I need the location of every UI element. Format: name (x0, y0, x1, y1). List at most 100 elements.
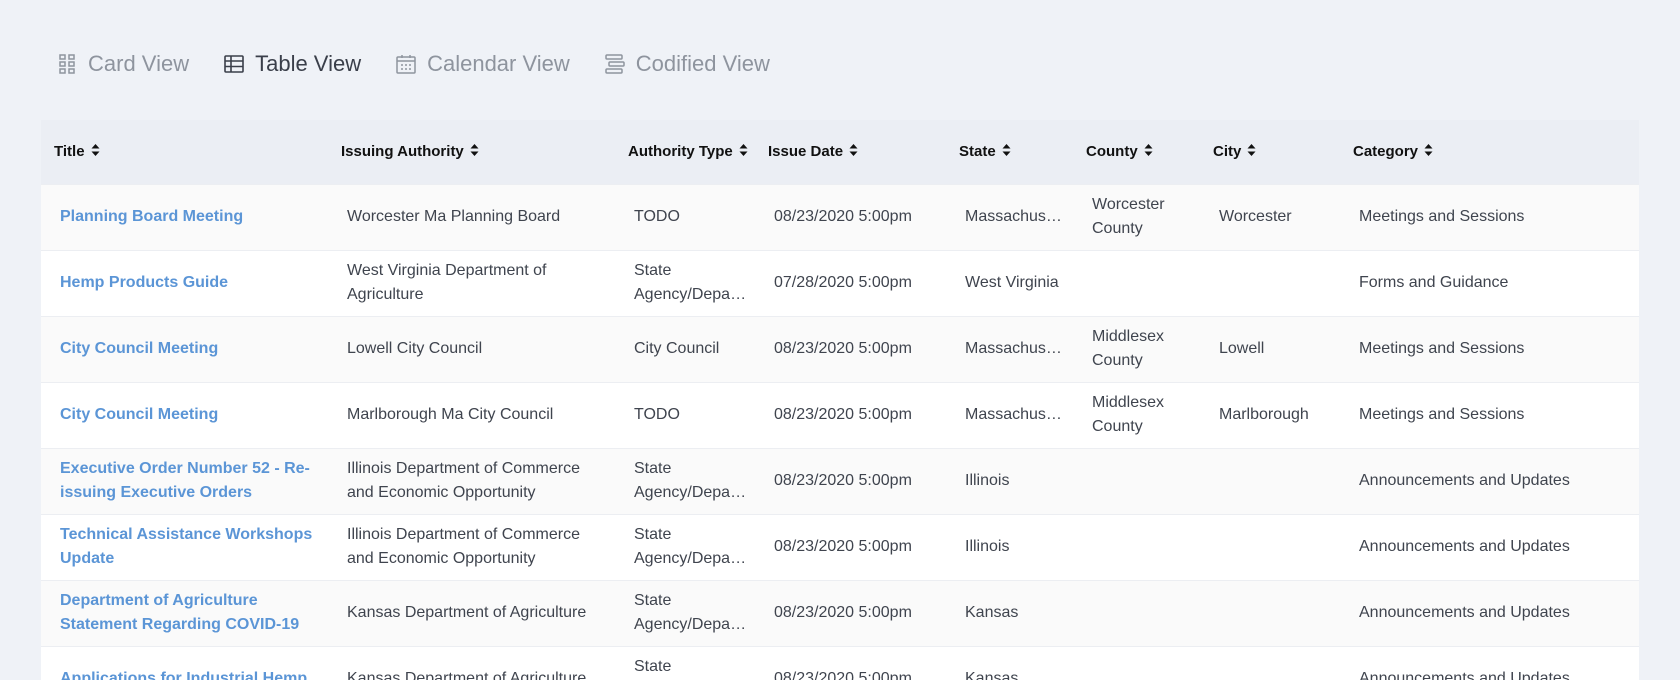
cell-text: Massachusetts (965, 406, 1065, 423)
sort-icon[interactable] (91, 143, 100, 161)
sort-icon[interactable] (1002, 143, 1011, 161)
sort-icon[interactable] (1424, 143, 1433, 161)
cell-text-line: State (634, 592, 672, 609)
county-cell (1073, 250, 1200, 316)
cell-text: Kansas (965, 670, 1019, 680)
column-issuing-authority-header[interactable]: Issuing Authority (328, 120, 615, 184)
column-authority-type-header[interactable]: Authority Type (615, 120, 755, 184)
column-county-header[interactable]: County (1073, 120, 1200, 184)
cell-text-line: State (634, 262, 672, 279)
sort-icon[interactable] (1247, 143, 1256, 161)
category-cell: Announcements and Updates (1340, 448, 1639, 514)
table-row[interactable]: Executive Order Number 52 - Re-issuing E… (41, 448, 1639, 514)
issuing-authority-cell: Illinois Department of Commerce and Econ… (328, 514, 615, 580)
cell-text: Announcements and Updates (1359, 604, 1570, 621)
authority-type-cell: State Agency/Department (615, 250, 755, 316)
table-row[interactable]: Applications for Industrial Hemp Kansas D… (41, 646, 1639, 680)
state-cell: Kansas (946, 646, 1073, 680)
document-title-link[interactable]: Planning Board Meeting (60, 205, 320, 229)
issuing-authority-cell: Kansas Department of Agriculture (328, 646, 615, 680)
category-cell: Forms and Guidance (1340, 250, 1639, 316)
cell-text: Kansas (965, 604, 1019, 621)
state-cell: Kansas (946, 580, 1073, 646)
cell-text-line: Agency/Department (634, 550, 747, 567)
column-city-header[interactable]: City (1200, 120, 1340, 184)
documents-table: Title Issuing Authority Authority Type Issu… (41, 120, 1639, 680)
cell-text: Announcements and Updates (1359, 538, 1570, 555)
sort-icon[interactable] (739, 143, 748, 161)
column-header-label: State (959, 142, 996, 160)
cell-text: Massachusetts (965, 340, 1065, 357)
cell-text: Meetings and Sessions (1359, 340, 1525, 357)
cell-text: Middlesex County (1092, 394, 1165, 435)
column-category-header[interactable]: Category (1340, 120, 1639, 184)
cell-text: State Agency/Department (634, 259, 747, 307)
cell-text: Lowell (1219, 340, 1265, 357)
title-cell: Hemp Products Guide (41, 250, 328, 316)
document-title-link[interactable]: Technical Assistance Workshops Update (60, 523, 320, 571)
document-title-link[interactable]: Applications for Industrial Hemp (60, 667, 320, 680)
cell-text: 08/23/2020 5:00pm (774, 406, 912, 423)
document-title-link[interactable]: City Council Meeting (60, 337, 320, 361)
document-title-link[interactable]: City Council Meeting (60, 403, 320, 427)
cell-text: 08/23/2020 5:00pm (774, 604, 912, 621)
cell-text: TODO (634, 406, 680, 423)
table-row[interactable]: City Council Meeting Lowell City Council C… (41, 316, 1639, 382)
state-cell: Illinois (946, 514, 1073, 580)
authority-type-cell: City Council (615, 316, 755, 382)
tab-codified-view[interactable]: Codified View (604, 51, 770, 77)
city-cell (1200, 448, 1340, 514)
category-cell: Announcements and Updates (1340, 646, 1639, 680)
table-icon (223, 53, 245, 75)
column-title-header[interactable]: Title (41, 120, 328, 184)
cell-text: 08/23/2020 5:00pm (774, 340, 912, 357)
table-row[interactable]: Department of Agriculture Statement Rega… (41, 580, 1639, 646)
cell-text: Middlesex County (1092, 328, 1165, 369)
cell-text: 08/23/2020 5:00pm (774, 208, 912, 225)
authority-type-cell: State Agency/Department (615, 514, 755, 580)
authority-type-cell: State Agency/Department (615, 448, 755, 514)
sort-icon[interactable] (1144, 143, 1153, 161)
column-header-label: Issue Date (768, 142, 844, 160)
table-row[interactable]: Planning Board Meeting Worcester Ma Plann… (41, 184, 1639, 250)
cell-text: TODO (634, 208, 680, 225)
city-cell (1200, 580, 1340, 646)
sort-icon[interactable] (470, 143, 479, 161)
document-title-link[interactable]: Executive Order Number 52 - Re-issuing E… (60, 457, 320, 505)
table-header-row: Title Issuing Authority Authority Type Issu… (41, 120, 1639, 184)
column-state-header[interactable]: State (946, 120, 1073, 184)
tab-table-view[interactable]: Table View (223, 51, 361, 77)
issue-date-cell: 08/23/2020 5:00pm (755, 580, 946, 646)
issuing-authority-cell: Illinois Department of Commerce and Econ… (328, 448, 615, 514)
column-header-label: City (1213, 142, 1242, 160)
cell-text: 08/23/2020 5:00pm (774, 472, 912, 489)
sort-icon[interactable] (849, 143, 858, 161)
tab-card-view[interactable]: Card View (56, 51, 189, 77)
authority-type-cell: TODO (615, 184, 755, 250)
column-issue-date-header[interactable]: Issue Date (755, 120, 946, 184)
cell-text: Announcements and Updates (1359, 472, 1570, 489)
column-header-label: County (1086, 142, 1138, 160)
county-cell: Worcester County (1073, 184, 1200, 250)
title-cell: Department of Agriculture Statement Rega… (41, 580, 328, 646)
county-cell (1073, 448, 1200, 514)
title-cell: Planning Board Meeting (41, 184, 328, 250)
table-row[interactable]: Technical Assistance Workshops Update Ill… (41, 514, 1639, 580)
table-row[interactable]: Hemp Products Guide West Virginia Departm… (41, 250, 1639, 316)
cell-text: State Agency/Department (634, 589, 747, 637)
cell-text: City Council (634, 340, 720, 357)
cell-text: Worcester County (1092, 196, 1165, 237)
document-title-link[interactable]: Hemp Products Guide (60, 271, 320, 295)
category-cell: Meetings and Sessions (1340, 316, 1639, 382)
cell-text-line: Agency/Department (634, 484, 747, 501)
tab-calendar-view[interactable]: Calendar View (395, 51, 570, 77)
cell-text-line: Agency/Department (634, 286, 747, 303)
cell-text: Illinois (965, 538, 1010, 555)
table-row[interactable]: City Council Meeting Marlborough Ma City … (41, 382, 1639, 448)
cell-text: 08/23/2020 5:00pm (774, 670, 912, 680)
table-body: Planning Board Meeting Worcester Ma Plann… (41, 184, 1639, 680)
cell-text: 08/23/2020 5:00pm (774, 538, 912, 555)
state-cell: West Virginia (946, 250, 1073, 316)
document-title-link[interactable]: Department of Agriculture Statement Rega… (60, 589, 320, 637)
issuing-authority-cell: Marlborough Ma City Council (328, 382, 615, 448)
